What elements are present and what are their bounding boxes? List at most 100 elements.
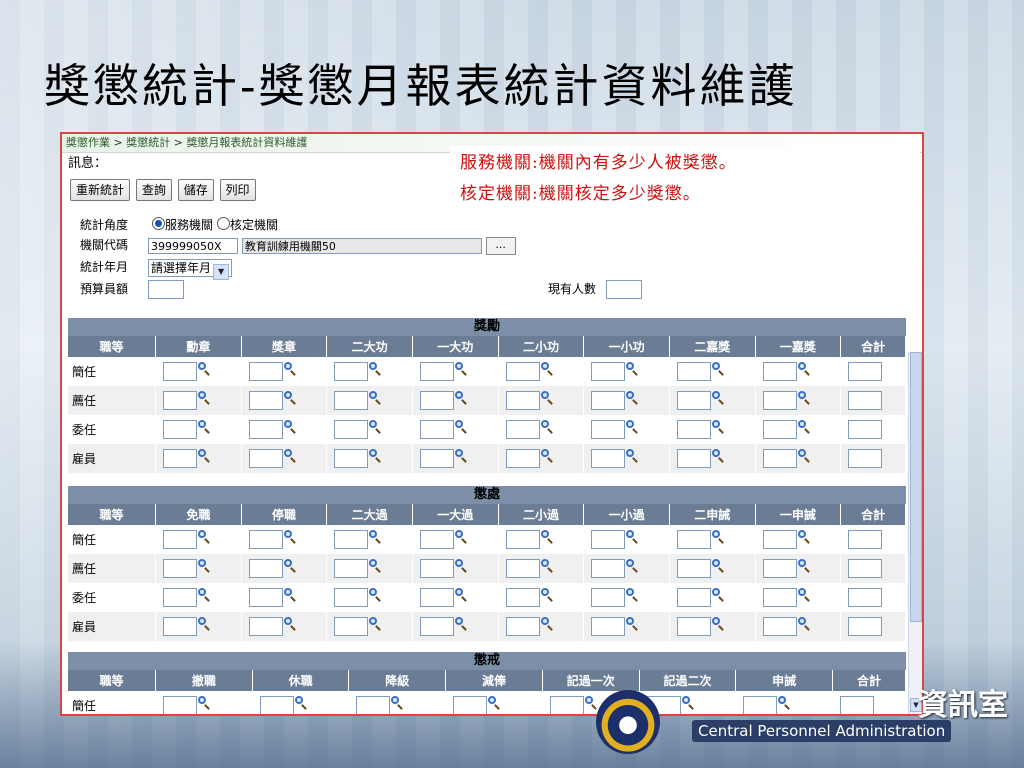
count-input[interactable] <box>248 530 283 549</box>
magnifier-icon[interactable] <box>777 696 791 710</box>
magnifier-icon[interactable] <box>797 449 811 463</box>
count-input[interactable] <box>163 449 197 468</box>
count-input[interactable] <box>762 420 797 439</box>
count-input[interactable] <box>419 362 454 381</box>
count-input[interactable] <box>248 420 283 439</box>
total-input[interactable] <box>848 617 883 636</box>
magnifier-icon[interactable] <box>711 420 725 434</box>
count-input[interactable] <box>591 449 626 468</box>
total-input[interactable] <box>848 391 883 410</box>
magnifier-icon[interactable] <box>711 559 725 573</box>
count-input[interactable] <box>259 696 294 714</box>
count-input[interactable] <box>453 696 488 714</box>
count-input[interactable] <box>676 530 711 549</box>
breadcrumb-item[interactable]: 獎懲作業 <box>66 136 110 149</box>
count-input[interactable] <box>248 449 283 468</box>
magnifier-icon[interactable] <box>540 530 554 544</box>
count-input[interactable] <box>419 391 454 410</box>
count-input[interactable] <box>163 362 197 381</box>
magnifier-icon[interactable] <box>454 362 468 376</box>
magnifier-icon[interactable] <box>711 362 725 376</box>
magnifier-icon[interactable] <box>540 559 554 573</box>
magnifier-icon[interactable] <box>540 362 554 376</box>
magnifier-icon[interactable] <box>487 696 501 710</box>
magnifier-icon[interactable] <box>454 530 468 544</box>
total-input[interactable] <box>848 559 883 578</box>
count-input[interactable] <box>505 449 540 468</box>
magnifier-icon[interactable] <box>540 391 554 405</box>
magnifier-icon[interactable] <box>625 617 639 631</box>
magnifier-icon[interactable] <box>797 362 811 376</box>
count-input[interactable] <box>419 559 454 578</box>
recount-button[interactable]: 重新統計 <box>70 179 131 201</box>
magnifier-icon[interactable] <box>283 420 297 434</box>
count-input[interactable] <box>163 559 197 578</box>
current-count-input[interactable] <box>605 280 642 299</box>
count-input[interactable] <box>334 588 369 607</box>
count-input[interactable] <box>248 559 283 578</box>
count-input[interactable] <box>676 449 711 468</box>
count-input[interactable] <box>505 420 540 439</box>
magnifier-icon[interactable] <box>454 420 468 434</box>
print-button[interactable]: 列印 <box>219 179 256 201</box>
count-input[interactable] <box>676 420 711 439</box>
magnifier-icon[interactable] <box>454 588 468 602</box>
count-input[interactable] <box>334 559 369 578</box>
total-input[interactable] <box>840 696 875 714</box>
org-code-input[interactable]: 399999050X <box>148 237 238 254</box>
count-input[interactable] <box>676 391 711 410</box>
magnifier-icon[interactable] <box>625 588 639 602</box>
total-input[interactable] <box>848 530 883 549</box>
magnifier-icon[interactable] <box>197 588 211 602</box>
count-input[interactable] <box>591 559 626 578</box>
magnifier-icon[interactable] <box>584 696 598 710</box>
count-input[interactable] <box>591 362 626 381</box>
magnifier-icon[interactable] <box>454 617 468 631</box>
count-input[interactable] <box>676 362 711 381</box>
magnifier-icon[interactable] <box>540 588 554 602</box>
count-input[interactable] <box>676 617 711 636</box>
total-input[interactable] <box>848 449 883 468</box>
magnifier-icon[interactable] <box>797 391 811 405</box>
angle-radio-service[interactable] <box>152 217 165 230</box>
magnifier-icon[interactable] <box>797 559 811 573</box>
magnifier-icon[interactable] <box>197 391 211 405</box>
count-input[interactable] <box>505 391 540 410</box>
magnifier-icon[interactable] <box>625 362 639 376</box>
chevron-down-icon[interactable]: ▼ <box>213 263 230 280</box>
count-input[interactable] <box>762 449 797 468</box>
count-input[interactable] <box>163 696 197 714</box>
magnifier-icon[interactable] <box>283 530 297 544</box>
magnifier-icon[interactable] <box>625 530 639 544</box>
count-input[interactable] <box>334 420 369 439</box>
magnifier-icon[interactable] <box>625 559 639 573</box>
count-input[interactable] <box>334 391 369 410</box>
count-input[interactable] <box>591 588 626 607</box>
count-input[interactable] <box>505 362 540 381</box>
scrollbar-thumb[interactable] <box>910 352 922 622</box>
angle-radio-approve[interactable] <box>217 217 231 230</box>
magnifier-icon[interactable] <box>197 617 211 631</box>
count-input[interactable] <box>419 420 454 439</box>
magnifier-icon[interactable] <box>711 530 725 544</box>
count-input[interactable] <box>676 588 711 607</box>
count-input[interactable] <box>591 530 626 549</box>
count-input[interactable] <box>163 588 197 607</box>
count-input[interactable] <box>419 588 454 607</box>
magnifier-icon[interactable] <box>540 617 554 631</box>
save-button[interactable]: 儲存 <box>177 179 214 201</box>
magnifier-icon[interactable] <box>711 588 725 602</box>
magnifier-icon[interactable] <box>197 420 211 434</box>
magnifier-icon[interactable] <box>368 559 382 573</box>
count-input[interactable] <box>419 617 454 636</box>
magnifier-icon[interactable] <box>368 617 382 631</box>
count-input[interactable] <box>591 391 626 410</box>
count-input[interactable] <box>248 362 283 381</box>
magnifier-icon[interactable] <box>197 449 211 463</box>
magnifier-icon[interactable] <box>283 362 297 376</box>
count-input[interactable] <box>334 530 369 549</box>
magnifier-icon[interactable] <box>625 420 639 434</box>
magnifier-icon[interactable] <box>390 696 404 710</box>
magnifier-icon[interactable] <box>197 362 211 376</box>
magnifier-icon[interactable] <box>368 391 382 405</box>
